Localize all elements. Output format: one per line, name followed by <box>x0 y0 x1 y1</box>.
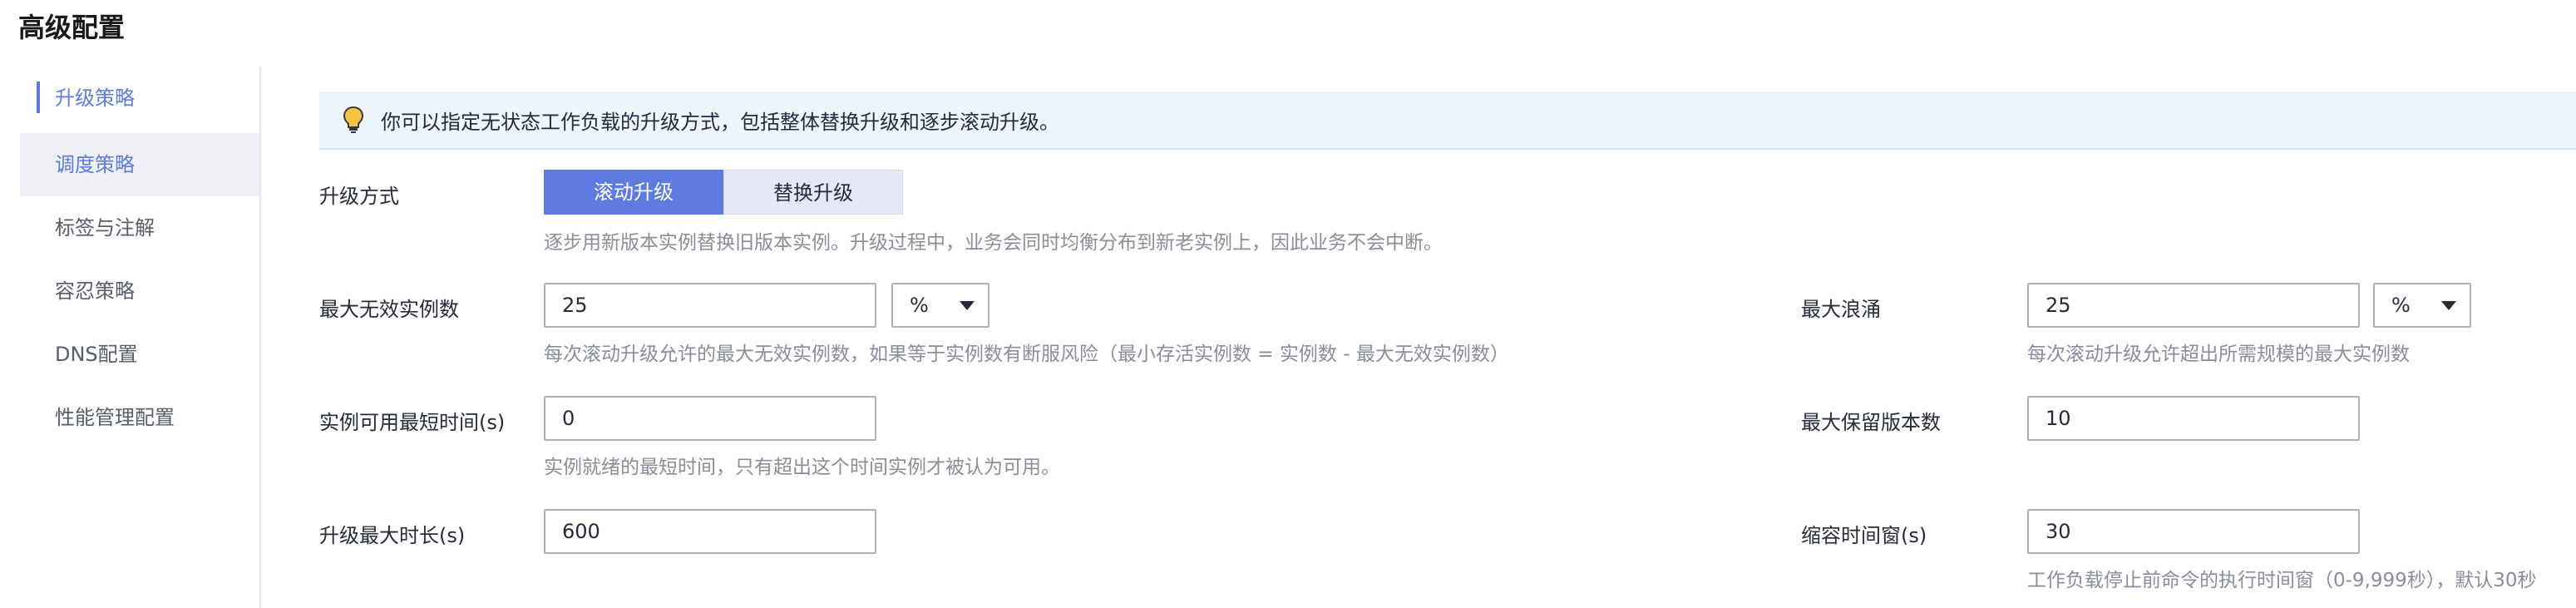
max-surge-label: 最大浪涌 <box>1801 298 1881 321</box>
max-surge-input[interactable]: 25 <box>2027 283 2360 328</box>
rolling-upgrade-button[interactable]: 滚动升级 <box>544 170 723 215</box>
revision-history-input[interactable]: 10 <box>2027 396 2360 441</box>
chevron-down-icon <box>2441 301 2456 310</box>
upgrade-mode-toggle: 滚动升级 替换升级 <box>544 170 903 215</box>
sidebar-divider <box>259 67 261 608</box>
sidebar-item-upgrade-policy[interactable]: 升级策略 <box>20 67 261 130</box>
max-unavailable-label: 最大无效实例数 <box>319 298 459 321</box>
max-unavailable-hint: 每次滚动升级允许的最大无效实例数，如果等于实例数有断服风险（最小存活实例数 = … <box>544 344 1509 365</box>
sidebar-item-labels-annotations[interactable]: 标签与注解 <box>20 196 261 260</box>
info-tip-banner: 你可以指定无状态工作负载的升级方式，包括整体替换升级和逐步滚动升级。 <box>319 91 2576 150</box>
sidebar-item-scheduling-policy[interactable]: 调度策略 <box>20 133 261 196</box>
revision-history-label: 最大保留版本数 <box>1801 411 1941 434</box>
sidebar-item-tolerations[interactable]: 容忍策略 <box>20 260 261 323</box>
upgrade-mode-hint: 逐步用新版本实例替换旧版本实例。升级过程中，业务会同时均衡分布到新老实例上，因此… <box>544 232 1443 254</box>
page-title: 高级配置 <box>18 12 126 43</box>
scale-in-window-hint: 工作负载停止前命令的执行时间窗（0-9,999秒），默认30秒 <box>2027 570 2537 591</box>
max-unavailable-unit-value: % <box>910 294 929 317</box>
replace-upgrade-button[interactable]: 替换升级 <box>723 170 903 215</box>
lightbulb-icon <box>343 106 364 133</box>
sidebar-item-dns-config[interactable]: DNS配置 <box>20 323 261 386</box>
progress-deadline-input[interactable]: 600 <box>544 509 876 554</box>
min-ready-label: 实例可用最短时间(s) <box>319 411 506 434</box>
max-surge-unit-select[interactable]: % <box>2373 283 2471 328</box>
chevron-down-icon <box>960 301 975 310</box>
min-ready-input[interactable]: 0 <box>544 396 876 441</box>
tip-text: 你可以指定无状态工作负载的升级方式，包括整体替换升级和逐步滚动升级。 <box>381 110 1059 134</box>
max-surge-unit-value: % <box>2391 294 2411 317</box>
scale-in-window-input[interactable]: 30 <box>2027 509 2360 554</box>
max-surge-hint: 每次滚动升级允许超出所需规模的最大实例数 <box>2027 344 2410 365</box>
scale-in-window-label: 缩容时间窗(s) <box>1801 524 1927 547</box>
progress-deadline-label: 升级最大时长(s) <box>319 524 466 547</box>
max-unavailable-input[interactable]: 25 <box>544 283 876 328</box>
sidebar-nav: 升级策略 调度策略 标签与注解 容忍策略 DNS配置 性能管理配置 <box>20 67 261 449</box>
min-ready-hint: 实例就绪的最短时间，只有超出这个时间实例才被认为可用。 <box>544 457 1060 478</box>
max-unavailable-unit-select[interactable]: % <box>891 283 989 328</box>
upgrade-mode-label: 升级方式 <box>319 185 399 208</box>
sidebar-item-performance-config[interactable]: 性能管理配置 <box>20 386 261 449</box>
